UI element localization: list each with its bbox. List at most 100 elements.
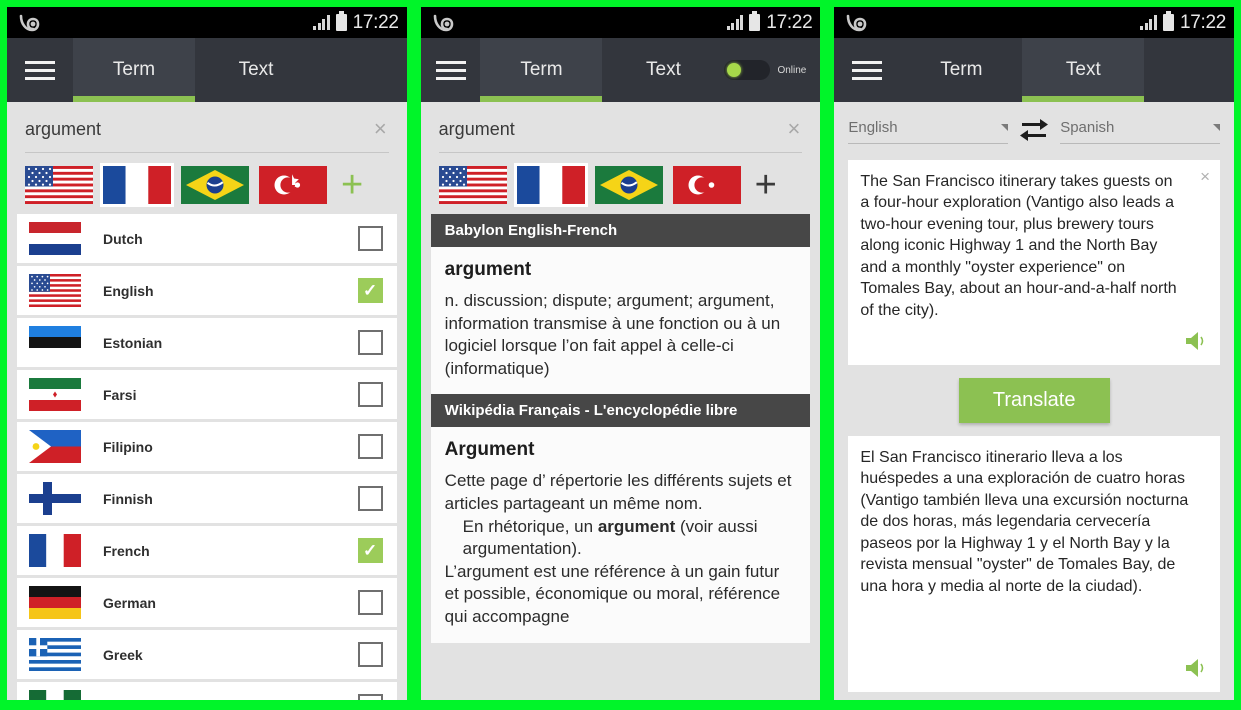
translate-button-row: Translate: [834, 365, 1234, 423]
list-item[interactable]: Filipino: [17, 422, 397, 471]
dictionary-paragraph: Cette page d’ répertorie les différents …: [445, 470, 797, 628]
target-language-select[interactable]: Spanish: [1060, 119, 1221, 144]
source-text-box[interactable]: × The San Francisco itinerary takes gues…: [848, 160, 1221, 365]
flag-us[interactable]: [25, 166, 93, 204]
search-bar: argument ×: [421, 102, 821, 153]
list-item[interactable]: German: [17, 578, 397, 627]
clear-search-icon[interactable]: ×: [787, 118, 802, 140]
online-label: Online: [777, 64, 807, 76]
target-language-label: Spanish: [1060, 119, 1115, 136]
screen-body: argument × + Babylon English-French argu…: [420, 102, 821, 700]
list-item[interactable]: Estonian: [17, 318, 397, 367]
list-item[interactable]: Finnish: [17, 474, 397, 523]
flag-ng: [29, 690, 81, 700]
speaker-icon[interactable]: [1182, 324, 1208, 357]
language-checkbox[interactable]: ✓: [357, 278, 383, 303]
tab-term[interactable]: Term: [900, 38, 1022, 102]
language-checkbox[interactable]: [357, 226, 383, 251]
flag-br[interactable]: [181, 166, 249, 204]
flag-ph: [29, 430, 81, 463]
flag-tr[interactable]: [259, 166, 327, 204]
search-input[interactable]: argument: [439, 119, 788, 140]
language-name: French: [103, 542, 150, 559]
wiki-para-2-prefix: En rhétorique, un: [462, 516, 598, 536]
dictionary-entry: Argument Cette page d’ répertorie les di…: [430, 427, 811, 643]
status-bar: 17:22: [7, 7, 407, 38]
panel-term-results: 17:22 Term Text Online argument × + Baby…: [420, 7, 821, 700]
language-checkbox[interactable]: [357, 694, 383, 700]
flag-tr[interactable]: [672, 166, 741, 204]
list-item[interactable]: Farsi: [17, 370, 397, 419]
swap-arrows-icon[interactable]: [1016, 116, 1052, 147]
language-checkbox[interactable]: [357, 486, 383, 511]
source-language-select[interactable]: English: [848, 119, 1009, 144]
menu-icon[interactable]: [7, 38, 73, 102]
language-name: Hausa: [103, 699, 358, 701]
list-item[interactable]: French ✓: [17, 526, 397, 575]
source-text[interactable]: The San Francisco itinerary takes guests…: [860, 171, 1208, 321]
status-bar: 17:22: [420, 7, 821, 38]
speaker-icon[interactable]: [1182, 651, 1208, 684]
language-checkbox[interactable]: [357, 434, 383, 459]
dictionary-results[interactable]: Babylon English-French argument n. discu…: [421, 214, 821, 700]
list-item[interactable]: Dutch: [17, 214, 397, 263]
language-checkbox[interactable]: [357, 330, 383, 355]
add-language-icon[interactable]: +: [755, 166, 777, 204]
tab-text[interactable]: Text: [602, 38, 724, 102]
language-list[interactable]: Dutch English ✓ Estonian Farsi Filipino …: [7, 214, 407, 700]
target-text: El San Francisco itinerario lleva a los …: [860, 449, 1189, 595]
flag-fi: [29, 482, 81, 515]
language-checkbox[interactable]: [357, 382, 383, 407]
target-text-box: El San Francisco itinerario lleva a los …: [848, 436, 1221, 692]
babylon-logo-icon: [432, 13, 454, 33]
menu-icon[interactable]: [834, 38, 900, 102]
language-checkbox[interactable]: [357, 590, 383, 615]
language-name: English: [103, 282, 154, 299]
menu-icon[interactable]: [421, 38, 481, 102]
battery-icon: [749, 11, 761, 31]
flag-us[interactable]: [438, 166, 507, 204]
status-indicators: 17:22: [726, 11, 813, 34]
flag-br[interactable]: [594, 166, 663, 204]
action-bar: Term Text Online: [420, 38, 821, 102]
screen-body: argument × + Dutch English ✓ Estonian Fa…: [7, 102, 407, 700]
online-toggle[interactable]: Online: [724, 38, 820, 102]
tab-text[interactable]: Text: [1022, 38, 1145, 102]
wiki-para-3: L’argument est une référence à un gain f…: [444, 561, 781, 627]
translate-button[interactable]: Translate: [958, 378, 1110, 423]
babylon-logo-icon: [18, 13, 40, 33]
flag-ir: [29, 378, 81, 411]
online-toggle-switch[interactable]: [724, 60, 771, 80]
screenshot-stage: 17:22 Term Text argument × + Dutch Engli…: [0, 0, 1241, 710]
list-item[interactable]: Hausa: [17, 682, 397, 700]
status-clock: 17:22: [1179, 11, 1227, 33]
language-name: Filipino: [103, 438, 153, 455]
action-bar: Term Text: [7, 38, 407, 102]
flag-fr[interactable]: [513, 163, 588, 207]
search-bar: argument ×: [7, 102, 407, 153]
wiki-para-2-bold: argument: [597, 516, 676, 536]
chevron-down-icon: [1001, 123, 1009, 131]
tab-term[interactable]: Term: [480, 38, 603, 102]
language-name: Greek: [103, 646, 143, 663]
tab-text[interactable]: Text: [195, 38, 317, 102]
flag-fr: [29, 534, 81, 567]
flag-fr[interactable]: [100, 163, 174, 207]
add-language-icon[interactable]: +: [341, 166, 363, 204]
language-checkbox[interactable]: ✓: [357, 538, 383, 563]
actionbar-spacer: [1144, 38, 1234, 102]
status-clock: 17:22: [766, 11, 813, 33]
panel-term-languages: 17:22 Term Text argument × + Dutch Engli…: [7, 7, 407, 700]
battery-icon: [335, 11, 347, 31]
flag-strip: +: [7, 153, 407, 214]
status-indicators: 17:22: [313, 11, 399, 34]
search-input[interactable]: argument: [25, 119, 374, 140]
language-name: Estonian: [103, 334, 163, 351]
tab-term[interactable]: Term: [73, 38, 195, 102]
clear-search-icon[interactable]: ×: [374, 118, 389, 140]
clear-text-icon[interactable]: ×: [1200, 168, 1210, 185]
flag-de: [29, 586, 81, 619]
list-item[interactable]: Greek: [17, 630, 397, 679]
list-item[interactable]: English ✓: [17, 266, 397, 315]
language-checkbox[interactable]: [357, 642, 383, 667]
